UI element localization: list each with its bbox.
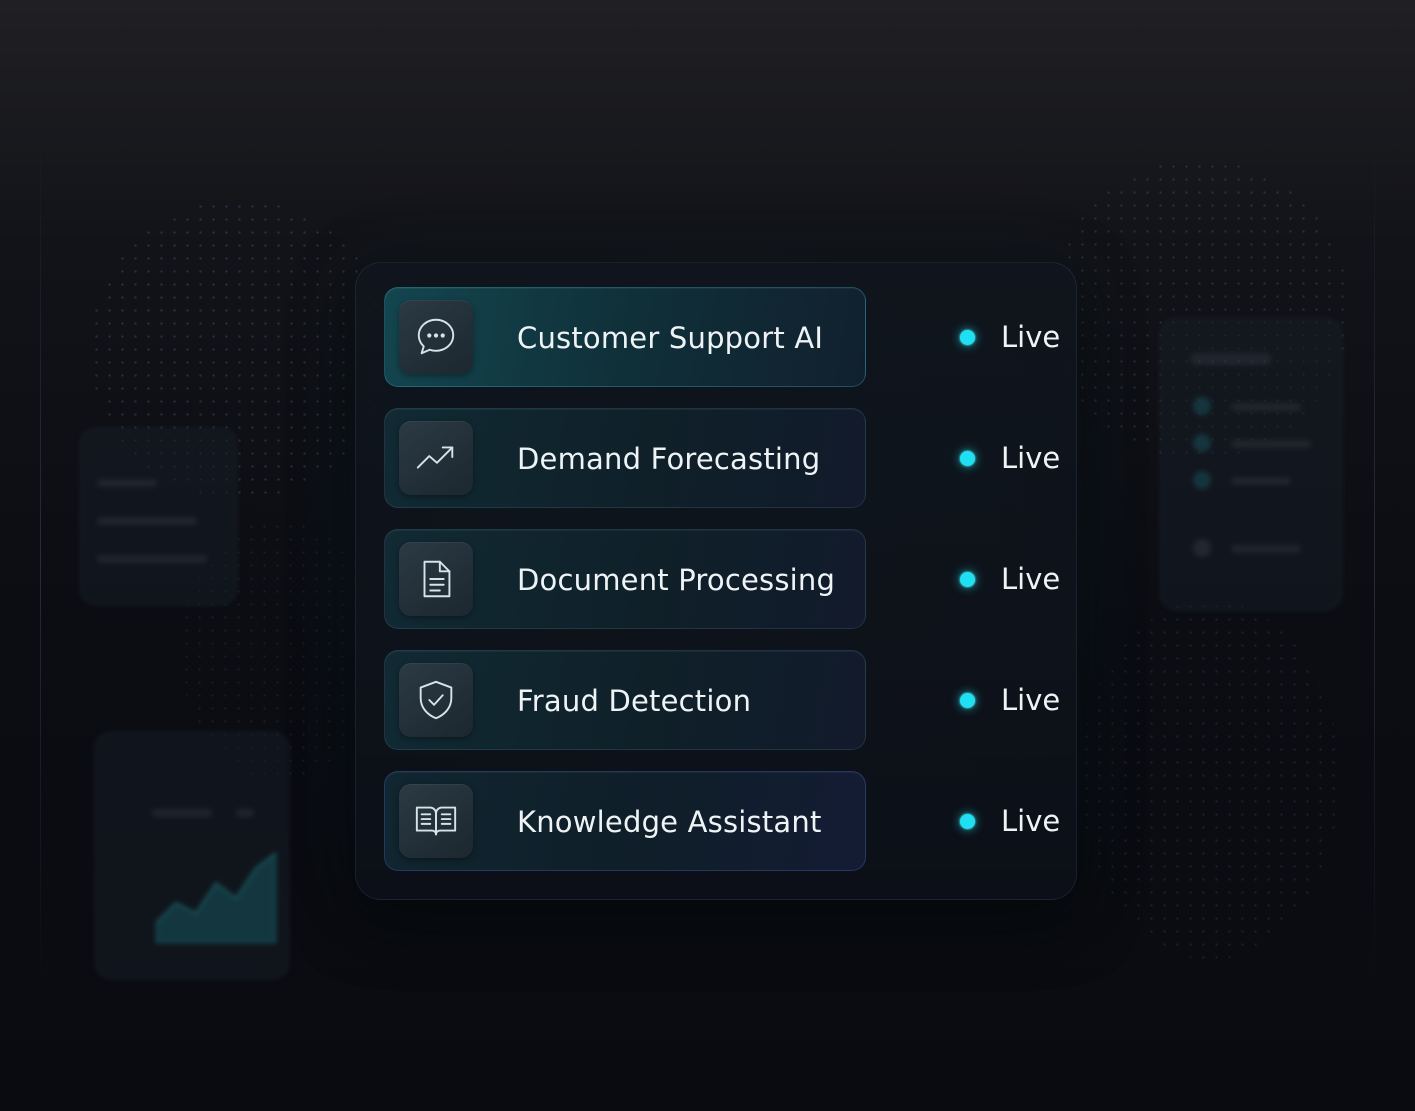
service-name: Demand Forecasting (517, 442, 821, 476)
status-text: Live (1001, 683, 1061, 717)
ghost-card-right (1160, 318, 1342, 610)
chat-bubble-icon (399, 300, 473, 374)
status-indicator: Live (960, 287, 1060, 387)
status-indicator: Live (960, 771, 1060, 871)
ghost-area-chart (156, 851, 276, 943)
ghost-chart-card (95, 732, 289, 979)
status-text: Live (1001, 441, 1061, 475)
status-text: Live (1001, 562, 1061, 596)
stage: Customer Support AI Live Demand Forecast… (0, 0, 1415, 1111)
status-indicator: Live (960, 408, 1060, 508)
service-row-customer-support-ai[interactable]: Customer Support AI Live (384, 287, 1060, 387)
ghost-card-left (80, 428, 237, 605)
service-row-document-processing[interactable]: Document Processing Live (384, 529, 1060, 629)
service-row-demand-forecasting[interactable]: Demand Forecasting Live (384, 408, 1060, 508)
service-name: Fraud Detection (517, 684, 752, 718)
service-tile[interactable]: Document Processing (384, 529, 866, 629)
live-status-dot (960, 692, 975, 708)
status-text: Live (1001, 804, 1061, 838)
live-status-dot (960, 813, 975, 829)
service-tile[interactable]: Demand Forecasting (384, 408, 866, 508)
live-status-dot (960, 571, 975, 587)
service-row-fraud-detection[interactable]: Fraud Detection Live (384, 650, 1060, 750)
service-tile[interactable]: Fraud Detection (384, 650, 866, 750)
status-indicator: Live (960, 650, 1060, 750)
document-icon (399, 542, 473, 616)
service-name: Document Processing (517, 563, 836, 597)
status-text: Live (1001, 320, 1061, 354)
services-panel: Customer Support AI Live Demand Forecast… (355, 262, 1077, 900)
open-book-icon (399, 784, 473, 858)
status-indicator: Live (960, 529, 1060, 629)
service-name: Knowledge Assistant (517, 805, 822, 839)
trending-up-icon (399, 421, 473, 495)
left-edge-line (40, 130, 41, 990)
shield-check-icon (399, 663, 473, 737)
live-status-dot (960, 329, 975, 345)
service-row-knowledge-assistant[interactable]: Knowledge Assistant Live (384, 771, 1060, 871)
dot-grid-decoration (1080, 600, 1340, 960)
service-name: Customer Support AI (517, 321, 824, 355)
live-status-dot (960, 450, 975, 466)
right-edge-line (1374, 130, 1375, 990)
service-tile[interactable]: Customer Support AI (384, 287, 866, 387)
service-tile[interactable]: Knowledge Assistant (384, 771, 866, 871)
